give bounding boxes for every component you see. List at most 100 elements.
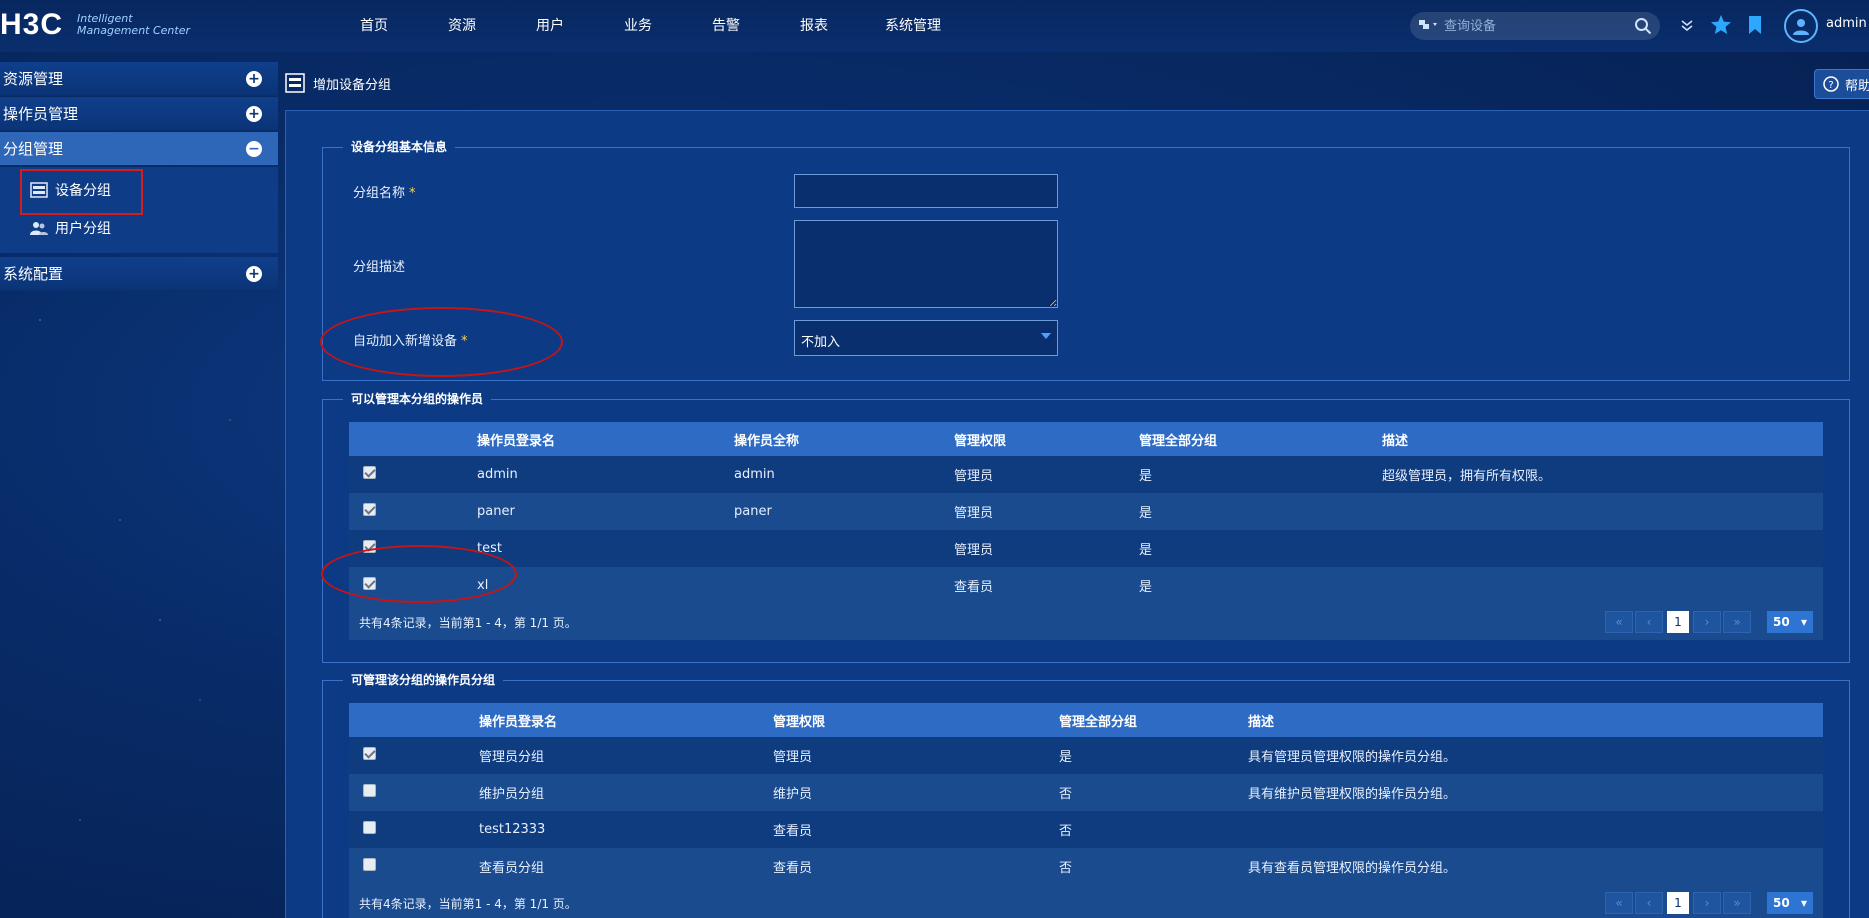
user-icon xyxy=(1793,19,1809,35)
sidebar-section-resource[interactable]: 资源管理 + xyxy=(0,62,278,96)
table-row[interactable]: test 管理员 是 xyxy=(349,530,1823,567)
header-privilege[interactable]: 管理权限 xyxy=(773,711,1059,730)
chevron-double-down-icon[interactable] xyxy=(1676,14,1698,36)
operator-groups-fieldset: 可管理该分组的操作员分组 操作员登录名 管理权限 管理全部分组 描述 管理员分组… xyxy=(322,671,1850,918)
header-manage-all[interactable]: 管理全部分组 xyxy=(1059,711,1248,730)
last-page-button[interactable]: » xyxy=(1723,892,1751,914)
table-row[interactable]: test12333 查看员 否 xyxy=(349,811,1823,848)
sidebar-item-label: 设备分组 xyxy=(55,183,111,199)
minus-icon[interactable]: − xyxy=(246,141,262,157)
sidebar-item-user-group[interactable]: 用户分组 xyxy=(0,209,278,247)
table-cell: test xyxy=(477,541,502,556)
table-cell: 具有维护员管理权限的操作员分组。 xyxy=(1248,787,1457,802)
group-desc-textarea[interactable] xyxy=(794,220,1058,308)
next-page-button[interactable]: › xyxy=(1693,892,1721,914)
nav-item-service[interactable]: 业务 xyxy=(594,0,682,52)
nav-item-alarm[interactable]: 告警 xyxy=(682,0,770,52)
sidebar-section-system-config[interactable]: 系统配置 + xyxy=(0,257,278,291)
header-login[interactable]: 操作员登录名 xyxy=(479,711,773,730)
row-checkbox[interactable] xyxy=(363,747,376,760)
basic-info-fieldset: 设备分组基本信息 分组名称 * 分组描述 自动加入新增设备 * 不加入 xyxy=(322,138,1850,381)
nav-item-home[interactable]: 首页 xyxy=(330,0,418,52)
next-page-button[interactable]: › xyxy=(1693,611,1721,633)
page-size-value: 50 xyxy=(1773,615,1790,629)
header-fullname[interactable]: 操作员全称 xyxy=(734,430,954,449)
row-checkbox[interactable] xyxy=(363,503,376,516)
device-group-icon xyxy=(30,182,48,198)
header-login[interactable]: 操作员登录名 xyxy=(477,430,734,449)
table-cell: 维护员分组 xyxy=(479,787,545,802)
table-cell: xl xyxy=(477,578,489,593)
table-header: 操作员登录名 操作员全称 管理权限 管理全部分组 描述 xyxy=(349,422,1823,456)
logo-mark: H3C xyxy=(0,8,64,41)
sidebar-section-operator[interactable]: 操作员管理 + xyxy=(0,97,278,131)
row-checkbox[interactable] xyxy=(363,821,376,834)
sidebar-item-device-group[interactable]: 设备分组 xyxy=(0,169,278,215)
current-page[interactable]: 1 xyxy=(1667,892,1689,914)
header-manage-all[interactable]: 管理全部分组 xyxy=(1139,430,1382,449)
search-scope-icon[interactable] xyxy=(1418,19,1444,34)
first-page-button[interactable]: « xyxy=(1605,611,1633,633)
sidebar-section-group[interactable]: 分组管理 − xyxy=(0,132,278,166)
nav-item-user[interactable]: 用户 xyxy=(506,0,594,52)
top-bar: H3C Intelligent Management Center 首页 资源 … xyxy=(0,0,1869,52)
group-name-input[interactable] xyxy=(794,174,1058,208)
row-check-cell xyxy=(349,540,477,557)
row-check-cell xyxy=(349,503,477,520)
header-desc[interactable]: 描述 xyxy=(1382,430,1823,449)
prev-page-button[interactable]: ‹ xyxy=(1635,611,1663,633)
table-cell: 维护员 xyxy=(773,787,813,802)
bookmark-icon[interactable] xyxy=(1744,14,1766,36)
table-row[interactable]: xl 查看员 是 xyxy=(349,567,1823,604)
table-row[interactable]: admin admin 管理员 是 超级管理员，拥有所有权限。 xyxy=(349,456,1823,493)
table-row[interactable]: 维护员分组 维护员 否 具有维护员管理权限的操作员分组。 xyxy=(349,774,1823,811)
last-page-button[interactable]: » xyxy=(1723,611,1751,633)
content-panel: 设备分组基本信息 分组名称 * 分组描述 自动加入新增设备 * 不加入 可以管理本分… xyxy=(285,110,1869,918)
table-row[interactable]: 查看员分组 查看员 否 具有查看员管理权限的操作员分组。 xyxy=(349,848,1823,885)
first-page-button[interactable]: « xyxy=(1605,892,1633,914)
group-desc-label: 分组描述 xyxy=(353,260,406,275)
sidebar-section-label: 分组管理 xyxy=(3,140,64,158)
table-row[interactable]: 管理员分组 管理员 是 具有管理员管理权限的操作员分组。 xyxy=(349,737,1823,774)
header-privilege[interactable]: 管理权限 xyxy=(954,430,1139,449)
table-cell: 是 xyxy=(1139,506,1153,521)
plus-icon[interactable]: + xyxy=(246,71,262,87)
table-row[interactable]: paner paner 管理员 是 xyxy=(349,493,1823,530)
table-cell: 超级管理员，拥有所有权限。 xyxy=(1382,469,1552,484)
table-cell: 查看员 xyxy=(773,824,813,839)
device-search xyxy=(1410,12,1660,40)
prev-page-button[interactable]: ‹ xyxy=(1635,892,1663,914)
pagination-bar: 共有4条记录，当前第1 - 4，第 1/1 页。 «‹ 1 ›» 50 ▾ xyxy=(349,885,1823,918)
auto-add-select[interactable]: 不加入 xyxy=(794,320,1058,356)
header-desc[interactable]: 描述 xyxy=(1248,711,1823,730)
avatar[interactable] xyxy=(1784,9,1818,43)
sidebar-submenu: 设备分组 用户分组 xyxy=(0,167,278,253)
table-cell: 管理员 xyxy=(773,750,813,765)
row-checkbox[interactable] xyxy=(363,784,376,797)
group-name-label-text: 分组名称 xyxy=(353,186,406,201)
help-button[interactable]: ? 帮助 xyxy=(1814,69,1869,99)
table-cell: paner xyxy=(734,504,772,519)
sidebar-section-label: 操作员管理 xyxy=(3,105,79,123)
page-size-select[interactable]: 50 ▾ xyxy=(1767,611,1813,633)
auto-add-label: 自动加入新增设备 * xyxy=(353,330,468,349)
search-input[interactable] xyxy=(1444,15,1634,37)
current-page[interactable]: 1 xyxy=(1667,611,1689,633)
nav-item-resource[interactable]: 资源 xyxy=(418,0,506,52)
row-checkbox[interactable] xyxy=(363,858,376,871)
search-icon[interactable] xyxy=(1634,17,1652,35)
nav-item-report[interactable]: 报表 xyxy=(770,0,858,52)
row-checkbox[interactable] xyxy=(363,577,376,590)
username[interactable]: admin xyxy=(1826,16,1867,31)
star-icon[interactable] xyxy=(1710,14,1732,36)
page-size-value: 50 xyxy=(1773,896,1790,910)
plus-icon[interactable]: + xyxy=(246,266,262,282)
row-checkbox[interactable] xyxy=(363,540,376,553)
user-group-icon xyxy=(30,222,48,235)
row-checkbox[interactable] xyxy=(363,466,376,479)
plus-icon[interactable]: + xyxy=(246,106,262,122)
nav-item-system[interactable]: 系统管理 xyxy=(858,0,968,52)
logo[interactable]: H3C Intelligent Management Center xyxy=(0,8,190,42)
page-size-select[interactable]: 50 ▾ xyxy=(1767,892,1813,914)
table-cell: 否 xyxy=(1059,787,1073,802)
